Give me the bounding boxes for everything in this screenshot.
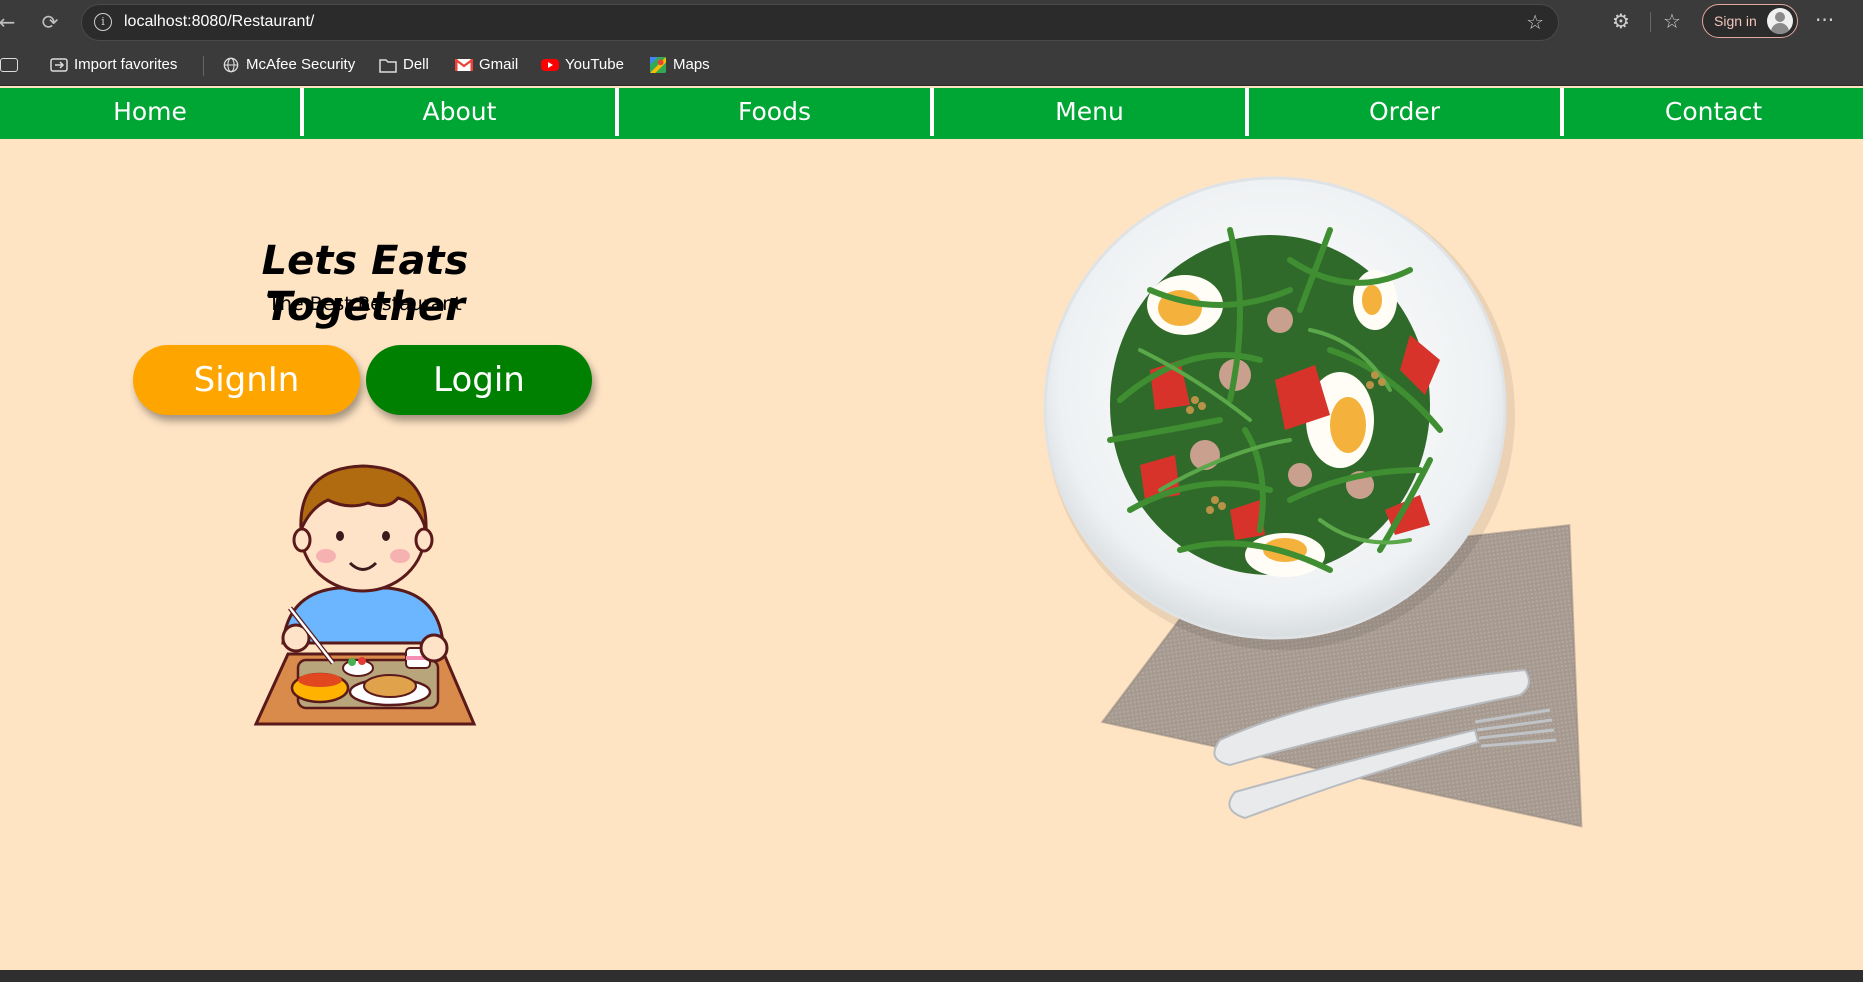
favorite-star-icon[interactable]: ☆ xyxy=(1526,10,1544,34)
gmail-icon xyxy=(455,58,473,71)
nav-order[interactable]: Order xyxy=(1249,88,1560,136)
bookmarks-bar: Import favorites McAfee Security Dell Gm… xyxy=(0,45,1863,86)
bookmark-label: McAfee Security xyxy=(246,56,356,73)
hero-subtitle: The Best Restaurant xyxy=(268,293,462,315)
bookmark-label: YouTube xyxy=(565,56,624,73)
bookmark-youtube[interactable]: YouTube xyxy=(541,56,624,73)
nav-underline xyxy=(0,136,1863,139)
toolbar-divider xyxy=(1650,12,1651,32)
bookmark-label: Import favorites xyxy=(74,56,178,73)
nav-contact[interactable]: Contact xyxy=(1564,88,1863,136)
browser-toolbar: ← ⟳ i localhost:8080/Restaurant/ ☆ ⚙ ☆ S… xyxy=(0,0,1863,45)
bookmark-divider xyxy=(203,56,204,76)
nav-foods[interactable]: Foods xyxy=(619,88,930,136)
bookmark-import-favorites[interactable]: Import favorites xyxy=(50,56,177,73)
url-text[interactable]: localhost:8080/Restaurant/ xyxy=(124,13,314,31)
tab-actions-icon[interactable] xyxy=(0,58,18,72)
bottom-edge xyxy=(0,970,1863,982)
bookmark-label: Gmail xyxy=(479,56,519,73)
bookmark-dell[interactable]: Dell xyxy=(379,56,429,73)
kid-eating-illustration xyxy=(253,464,477,726)
signin-button[interactable]: SignIn xyxy=(133,345,360,415)
youtube-icon xyxy=(541,58,559,71)
extensions-icon[interactable]: ⚙ xyxy=(1612,8,1630,34)
profile-signin-button[interactable]: Sign in xyxy=(1702,4,1798,38)
bookmark-mcafee[interactable]: McAfee Security xyxy=(222,56,355,73)
site-navbar: Home About Foods Menu Order Contact xyxy=(0,88,1863,138)
address-bar[interactable]: i localhost:8080/Restaurant/ ☆ xyxy=(81,4,1559,41)
signin-label: Sign in xyxy=(1714,13,1757,29)
bookmark-label: Dell xyxy=(403,56,429,73)
nav-home[interactable]: Home xyxy=(0,88,300,136)
salad-plate-image xyxy=(1043,176,1583,828)
site-info-icon[interactable]: i xyxy=(94,13,112,31)
nav-about[interactable]: About xyxy=(304,88,615,136)
nav-menu[interactable]: Menu xyxy=(934,88,1245,136)
bookmark-gmail[interactable]: Gmail xyxy=(455,56,518,73)
reload-icon[interactable]: ⟳ xyxy=(37,9,63,35)
bookmark-label: Maps xyxy=(673,56,710,73)
more-options-icon[interactable]: ··· xyxy=(1815,8,1834,32)
login-button[interactable]: Login xyxy=(366,345,592,415)
folder-icon xyxy=(379,58,397,73)
globe-icon xyxy=(223,57,239,72)
maps-icon xyxy=(650,56,666,73)
hero-title: Lets Eats Together xyxy=(261,238,469,330)
back-icon[interactable]: ← xyxy=(0,9,20,35)
import-icon xyxy=(50,57,68,72)
favorites-icon[interactable]: ☆ xyxy=(1663,8,1681,34)
bookmark-maps[interactable]: Maps xyxy=(649,56,710,73)
avatar xyxy=(1767,8,1793,34)
